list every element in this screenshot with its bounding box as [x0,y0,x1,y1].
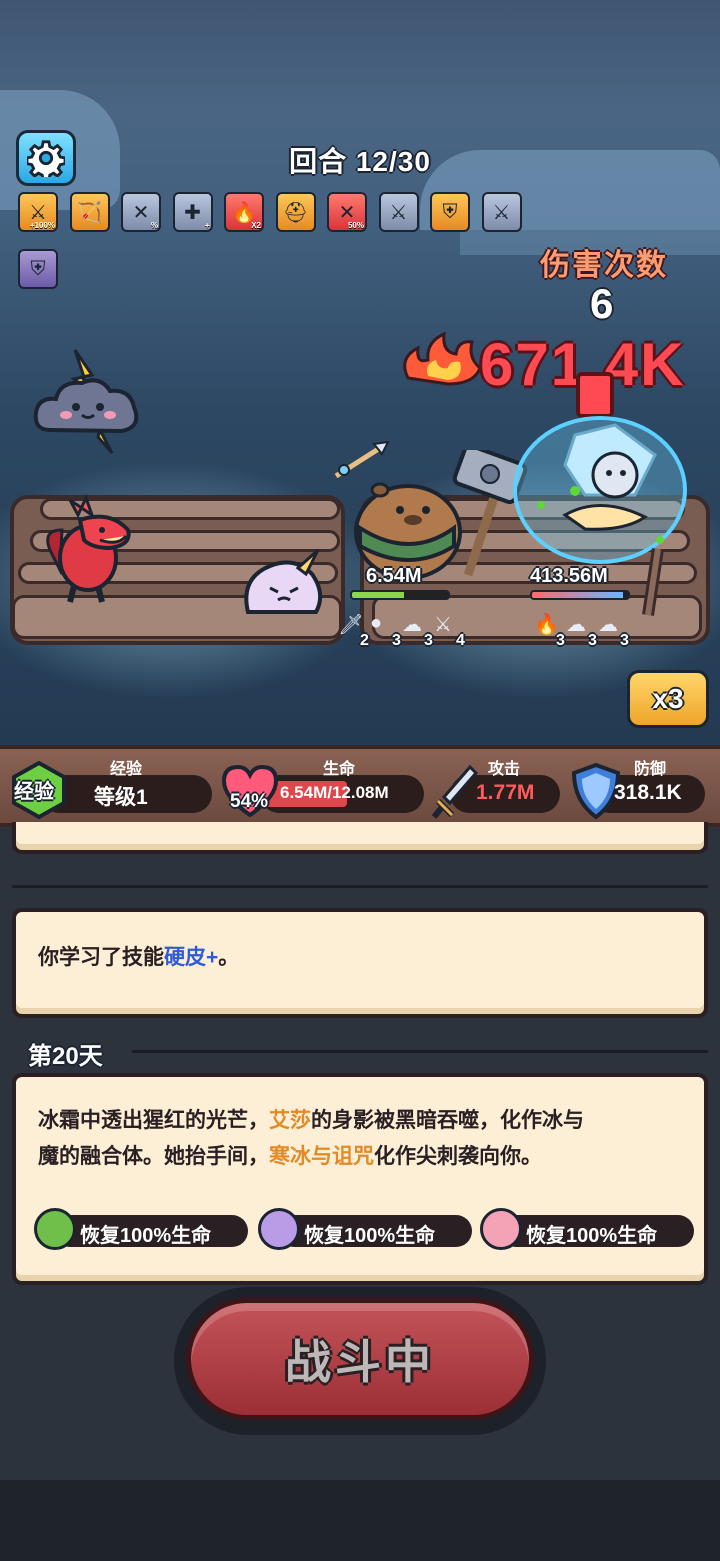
skill-glyph: ⛨ [30,257,46,280]
battle-status-label: 战斗中 [285,1336,435,1388]
enemy-hp-bar [530,590,630,600]
skill-glyph: ✕ [132,201,150,224]
buff-count: 3 [620,632,629,649]
helmet-icon[interactable]: ⛑ [275,192,316,232]
log-card-story: 冰霜中透出猩红的光芒，艾莎的身影被黑暗吞噬，化作冰与 魔的融合体。她抬手间，寒冰… [12,1073,708,1285]
def-value: 318.1K [614,781,682,804]
story-part-3: 魔的融合体。她抬手间， [38,1145,269,1168]
story-part-4: 化作尖刺袭向你。 [374,1145,542,1168]
player-hp-fill [352,592,404,598]
reward-item: 恢复100%生命 [278,1215,472,1247]
log-divider [12,885,708,888]
buff-count: 2 [360,632,369,649]
ghost-icon: ☁ [566,614,586,636]
skill-badge: +100% [29,221,55,230]
storm-cloud-pet [33,349,139,454]
fire-icon[interactable]: 🔥 X2 [224,192,264,232]
skill-learned-prefix: 你学习了技能 [38,946,164,969]
buff-count: 3 [588,632,597,649]
battle-scene: 回合 12/30 ⚔ +100% 🏹 ✕% ✚ + 🔥 X2 ⛑ ✕ 50% ⚔ ⛨ ⚔ ⛨ [0,0,720,745]
flaming-sword-icon[interactable]: ⚔ [481,192,522,232]
skill-badge: 50% [347,221,364,230]
ghost-icon: ☁ [402,614,422,636]
battle-status-button[interactable]: 战斗中 [186,1298,534,1420]
day-label: 第20天 [28,1043,103,1070]
skill-glyph: ⚔ [389,201,408,224]
exp-caption: 经验 [110,761,143,778]
crossed-swords-icon[interactable]: ✕% [121,192,161,232]
flaming-sword-icon: ⚔ [434,614,452,636]
enemy-hp-label: 413.56M [530,565,608,587]
skill-learned-suffix: 。 [218,946,240,969]
skill-glyph: ⛨ [442,200,458,223]
stat-bar: 经验 经验 等级1 54% 生命 6.54M/12.08M 攻击 1.77M 防… [0,745,720,827]
round-counter: 回合 12/30 [289,146,431,177]
sword-plus-icon[interactable]: ✚ + [172,192,213,232]
player-hp-label: 6.54M [366,565,422,587]
reward-text: 恢复100%生命 [80,1225,212,1247]
enemy-hp-fill [532,592,624,598]
story-part-1: 冰霜中透出猩红的光芒， [38,1109,269,1132]
skill-glyph: ⛑ [282,201,309,224]
enemy-ice-shield [513,416,687,564]
skill-badge: X2 [251,221,261,230]
skill-glyph: ⚔ [492,201,511,224]
reward-text: 恢复100%生命 [304,1225,436,1247]
story-text: 冰霜中透出猩红的光芒，艾莎的身影被黑暗吞噬，化作冰与 魔的融合体。她抬手间，寒冰… [38,1103,698,1175]
reward-text: 恢复100%生命 [526,1225,658,1247]
exp-badge-label: 经验 [14,781,54,803]
pig-icon [480,1208,522,1250]
skill-badge: + [204,221,210,230]
flaming-sword-icon[interactable]: ⚔ [378,192,419,232]
reward-item: 恢复100%生命 [54,1215,248,1247]
log-card-previous [12,822,708,854]
story-part-2: 的身影被黑暗吞噬，化作冰与 [311,1109,584,1132]
skill-learned-name[interactable]: 硬皮+ [164,946,218,969]
story-character-name[interactable]: 艾莎 [269,1109,311,1132]
skill-glyph: 🏹 [77,201,102,224]
turtle-icon [34,1208,76,1250]
hp-percent: 54% [230,791,269,812]
fire-burst-icon [403,331,482,386]
atk-value: 1.77M [476,781,535,804]
slime-icon: ● [370,612,383,634]
skill-glyph: ✚ [184,201,201,224]
level-value: 等级1 [94,786,148,809]
log-card-skill: 你学习了技能硬皮+。 [12,908,708,1018]
bottom-band [0,1480,720,1561]
archer-icon[interactable]: 🏹 [69,192,110,232]
poison-swords-icon[interactable]: ✕ 50% [327,192,367,232]
buff-count: 4 [456,632,465,649]
def-caption: 防御 [634,761,667,778]
red-dragon-pet [46,494,131,603]
buff-count: 3 [556,632,565,649]
unicorn-slime-pet [244,548,323,614]
sword-icon [432,764,478,819]
skill-learned-text: 你学习了技能硬皮+。 [38,940,239,976]
reward-item: 恢复100%生命 [500,1215,694,1247]
day-divider [132,1050,708,1053]
flaming-sword-icon[interactable]: ⚔ +100% [18,192,58,232]
player-hp-bar [350,590,450,600]
bug-icon [258,1208,300,1250]
speed-toggle-button[interactable]: x3 [627,670,709,728]
damage-count-value: 6 [590,280,614,327]
purple-shield-icon[interactable]: ⛨ [18,249,58,289]
shield-up-icon[interactable]: ⛨ [430,192,470,232]
story-skill-name[interactable]: 寒冰与诅咒 [269,1145,374,1168]
skill-badge: % [150,221,158,230]
atk-caption: 攻击 [488,761,521,778]
hp-caption: 生命 [323,761,356,778]
buff-count: 3 [392,632,401,649]
buff-count: 3 [424,632,433,649]
ghost-icon: ☁ [598,614,618,636]
damage-count-label: 伤害次数 [540,249,668,282]
enemy-mast [642,548,664,616]
hp-value: 6.54M/12.08M [280,783,389,802]
